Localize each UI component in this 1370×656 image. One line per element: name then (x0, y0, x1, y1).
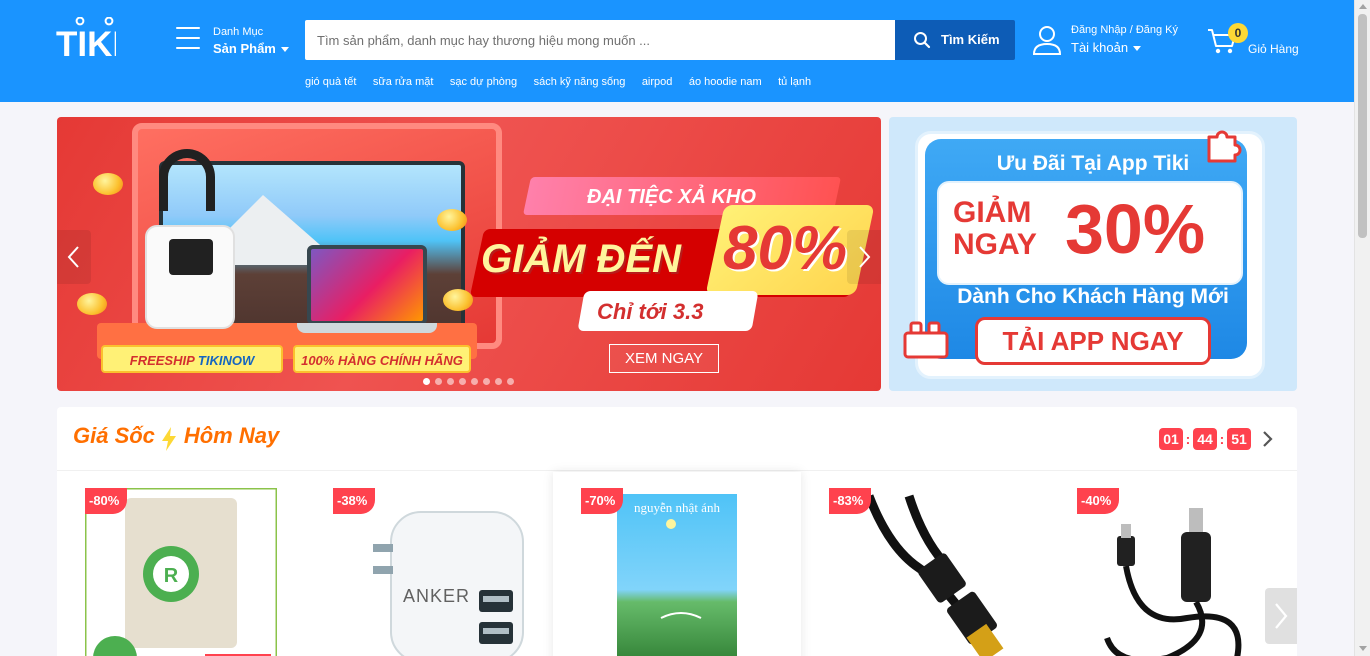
account-label: Tài khoản (1071, 40, 1142, 55)
hamburger-icon (176, 27, 202, 53)
category-menu-button[interactable]: Danh Mục Sản Phẩm (176, 24, 291, 60)
svg-text:R: R (164, 565, 179, 587)
account-menu[interactable]: Đăng Nhập / Đăng Ký Tài khoản (1030, 22, 1190, 62)
product-card[interactable]: -70% nguyễn nhật ánh (553, 472, 801, 656)
quick-link[interactable]: airpod (642, 76, 673, 88)
flash-deal-section: Giá Sốc Hôm Nay 01:44:51 -80% R -38% ANK… (57, 407, 1297, 656)
flash-deal-title-right: Hôm Nay (183, 423, 280, 448)
pagination-dot[interactable] (459, 378, 466, 385)
page-scrollbar[interactable] (1354, 0, 1370, 656)
product-card[interactable]: -38% ANKER (305, 472, 553, 656)
scrollbar-thumb[interactable] (1358, 14, 1367, 238)
pagination-dot[interactable] (471, 378, 478, 385)
tiki-logo-mark: TIKI (56, 16, 122, 64)
laptop-base-image (297, 323, 437, 333)
product-card[interactable]: -83% (801, 472, 1049, 656)
coin-icon (77, 293, 107, 315)
banner-prev-button[interactable] (57, 230, 91, 284)
app-promo-banner[interactable]: Ưu Đãi Tại App Tiki GIẢM NGAY 30% Dành Ch… (889, 117, 1297, 391)
banner-next-button[interactable] (847, 230, 881, 284)
discount-percent: 30% (1065, 190, 1206, 268)
chevron-right-icon (1275, 603, 1288, 629)
flash-deal-header: Giá Sốc Hôm Nay 01:44:51 (57, 407, 1297, 471)
timer-seconds: 51 (1227, 428, 1251, 450)
book-author: nguyễn nhật ánh (634, 500, 720, 515)
search-input[interactable] (305, 20, 895, 60)
discount-label: GIẢM NGAY (953, 196, 1037, 261)
user-icon (1032, 26, 1062, 55)
coin-icon (443, 289, 473, 311)
chevron-down-icon (280, 47, 289, 53)
banner-pagination-dots (423, 372, 519, 385)
genuine-goods-pill: 100% HÀNG CHÍNH HÃNG (293, 345, 471, 373)
lightning-icon (162, 426, 177, 451)
scroll-down-icon[interactable] (1359, 646, 1367, 651)
pagination-dot[interactable] (435, 378, 442, 385)
category-label: Sản Phẩm (213, 41, 289, 56)
quick-link[interactable]: áo hoodie nam (689, 76, 762, 88)
countdown-timer: 01:44:51 (1159, 428, 1251, 450)
cart-label: Giỏ Hàng (1248, 42, 1299, 56)
pagination-dot[interactable] (447, 378, 454, 385)
promo-date: Chỉ tới 3.3 (597, 299, 704, 324)
logo-text: TIKI (56, 25, 116, 61)
category-label-small: Danh Mục (213, 26, 264, 38)
pagination-dot[interactable] (495, 378, 502, 385)
lego-brick-icon (903, 321, 949, 359)
cart-button[interactable]: 0 Giỏ Hàng (1206, 22, 1306, 62)
quick-link[interactable]: sữa rửa mặt (373, 76, 434, 88)
coin-icon (437, 209, 467, 231)
coin-icon (93, 173, 123, 195)
discount-badge: -80% (85, 488, 128, 514)
quick-link[interactable]: gió quà tết (305, 76, 356, 88)
search-button[interactable]: Tìm Kiếm (895, 20, 1015, 60)
laptop-image (307, 245, 427, 325)
discount-badge: -38% (333, 488, 376, 514)
flash-deal-title-left: Giá Sốc (73, 423, 155, 448)
download-app-button[interactable]: TẢI APP NGAY (975, 317, 1211, 365)
pagination-dot[interactable] (423, 378, 430, 385)
product-card[interactable]: -80% R (57, 472, 305, 656)
login-register-label: Đăng Nhập / Đăng Ký (1071, 24, 1179, 36)
search-bar: Tìm Kiếm (305, 20, 1015, 60)
headline-text: GIẢM ĐẾN (481, 237, 681, 281)
discount-badge: -70% (581, 488, 624, 514)
product-card[interactable]: -40% (1049, 472, 1297, 656)
flash-deal-products: -80% R -38% ANKER -70% nguyễn nhật ánh -… (57, 472, 1297, 656)
quick-link[interactable]: tủ lạnh (778, 76, 811, 88)
chevron-down-icon (1133, 46, 1142, 52)
puzzle-piece-icon (1207, 130, 1242, 163)
search-icon (914, 32, 931, 49)
quick-link[interactable]: sạc dự phòng (450, 76, 517, 88)
discount-badge: -83% (829, 488, 872, 514)
quick-search-links: gió quà tết sữa rửa mặt sạc dự phòng sác… (305, 72, 823, 88)
chevron-right-icon (859, 246, 871, 268)
chevron-right-icon[interactable] (1261, 429, 1275, 449)
pagination-dot[interactable] (507, 378, 514, 385)
search-button-label: Tìm Kiếm (941, 32, 1000, 47)
freeship-tikinow-pill: FREESHIP TIKINOW (101, 345, 283, 373)
timer-hours: 01 (1159, 428, 1183, 450)
brand-label: ANKER (403, 586, 470, 606)
main-promo-banner[interactable]: FREESHIP TIKINOW 100% HÀNG CHÍNH HÃNG ĐẠ… (57, 117, 881, 391)
discount-badge: -40% (1077, 488, 1120, 514)
cart-count-badge: 0 (1228, 23, 1248, 43)
header: TIKI Danh Mục Sản Phẩm Tìm Kiếm gió quà … (0, 0, 1354, 102)
view-now-button[interactable]: XEM NGAY (609, 344, 719, 373)
air-fryer-image (145, 225, 235, 329)
pagination-dot[interactable] (483, 378, 490, 385)
discount-percent: 80% (723, 214, 848, 283)
products-next-button[interactable] (1265, 588, 1297, 644)
headphone-image (159, 149, 215, 211)
scroll-up-icon[interactable] (1359, 4, 1367, 9)
quick-link[interactable]: sách kỹ năng sống (534, 76, 626, 88)
tiki-logo[interactable]: TIKI (56, 16, 122, 64)
chevron-left-icon (67, 246, 79, 268)
flash-deal-title[interactable]: Giá Sốc Hôm Nay (73, 423, 279, 453)
new-customer-subtitle: Dành Cho Khách Hàng Mới (957, 285, 1229, 308)
timer-minutes: 44 (1193, 428, 1217, 450)
